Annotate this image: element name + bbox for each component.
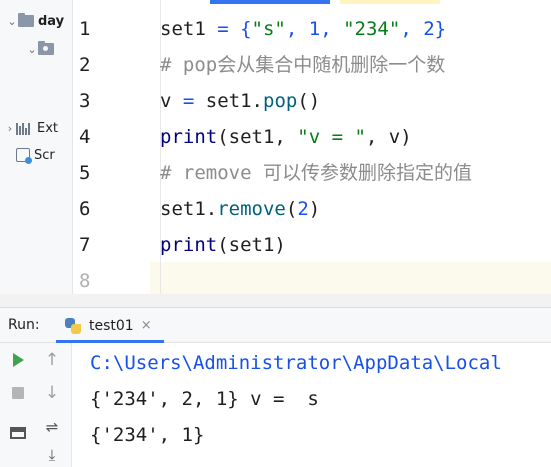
line-number: 7	[79, 234, 91, 256]
run-tool-window-header: Run: test01 ×	[0, 307, 551, 343]
line-number: 4	[79, 126, 91, 148]
tree-item-project-root[interactable]: ⌄ day	[6, 9, 64, 33]
external-libraries-icon	[16, 121, 34, 135]
code-token: set1	[160, 18, 206, 40]
console-line: C:\Users\Administrator\AppData\Local	[90, 352, 502, 374]
horizontal-scrollbar[interactable]	[0, 294, 551, 307]
code-token: =	[205, 18, 241, 40]
code-token: v	[160, 90, 172, 112]
code-token: (	[285, 198, 298, 220]
rerun-icon[interactable]	[6, 348, 30, 372]
code-line[interactable]: set1 = {"s", 1, "234", 2}	[160, 11, 446, 47]
run-tab-label: test01	[89, 317, 134, 334]
code-editor[interactable]: set1 = {"s", 1, "234", 2} # pop会从集合中随机删除一…	[150, 0, 551, 294]
layout-icon[interactable]	[6, 421, 30, 445]
line-number: 6	[79, 198, 91, 220]
code-token: # pop会从集合中随机删除一个数	[160, 54, 446, 76]
line-number: 1	[79, 18, 91, 40]
code-line[interactable]: set1.remove(2)	[160, 191, 320, 227]
run-console[interactable]: C:\Users\Administrator\AppData\Local {'2…	[72, 343, 551, 467]
console-line: {'234', 1}	[90, 424, 205, 446]
code-line[interactable]: print(set1)	[160, 227, 286, 263]
console-line: {'234', 2, 1} v = s	[90, 388, 319, 410]
code-token: , v)	[365, 126, 412, 148]
line-number: 5	[79, 162, 91, 184]
code-token: (set1,	[217, 126, 298, 148]
tree-item-label: day	[38, 13, 65, 29]
stop-icon[interactable]	[6, 381, 30, 405]
code-token: 2	[297, 198, 309, 220]
scroll-down-icon[interactable]: ↓	[40, 381, 64, 405]
python-icon	[64, 317, 82, 335]
code-token: ,	[320, 18, 344, 40]
code-token: .	[205, 198, 218, 220]
code-line[interactable]: print(set1, "v = ", v)	[160, 119, 412, 155]
editor-gutter: 1 2 3 4 5 6 7 8	[72, 0, 150, 294]
code-token: print	[160, 234, 218, 256]
current-line-highlight	[150, 262, 551, 294]
run-toolbar: ↑ ↓ ⇌ ⤓	[0, 343, 72, 467]
scroll-to-end-icon[interactable]: ⤓	[40, 443, 64, 467]
package-folder-icon	[38, 41, 54, 55]
code-token: set1	[160, 198, 206, 220]
code-token: set1	[205, 90, 252, 112]
code-token: "s"	[251, 18, 286, 40]
chevron-right-icon[interactable]: ›	[4, 122, 16, 135]
code-token: }	[434, 18, 447, 40]
soft-wrap-icon[interactable]: ⇌	[40, 415, 64, 439]
tree-item-label: Ext	[37, 120, 59, 136]
code-token: =	[171, 90, 206, 112]
scratches-icon	[16, 148, 32, 164]
code-token: {	[240, 18, 252, 40]
run-tab-test01[interactable]: test01 ×	[56, 308, 164, 343]
code-token: "v = "	[297, 126, 366, 148]
tab-indicator	[340, 0, 440, 4]
close-icon[interactable]: ×	[141, 318, 152, 333]
code-token: "234"	[343, 18, 401, 40]
code-line[interactable]: v = set1.pop()	[160, 83, 320, 119]
code-token: pop	[263, 90, 298, 112]
code-token: )	[308, 198, 321, 220]
run-label: Run:	[8, 317, 40, 333]
line-number: 2	[79, 54, 91, 76]
code-token: ,	[285, 18, 309, 40]
active-tab-indicator	[210, 0, 330, 4]
code-token: remove	[217, 198, 286, 220]
code-token: # remove 可以传参数删除指定的值	[160, 162, 472, 184]
code-token: ()	[297, 90, 321, 112]
project-tool-window: ⌄ day ⌄ › Ext Scr	[0, 0, 72, 294]
line-number: 3	[79, 90, 91, 112]
code-token: .	[251, 90, 263, 112]
tree-item-label: Scr	[34, 147, 55, 163]
code-token: ,	[400, 18, 424, 40]
code-token: 2	[423, 18, 435, 40]
tree-item-package[interactable]: ⌄	[26, 37, 58, 61]
tree-item-scratches[interactable]: Scr	[16, 143, 55, 167]
scroll-up-icon[interactable]: ↑	[40, 348, 64, 372]
folder-icon	[18, 13, 34, 27]
code-line[interactable]: # remove 可以传参数删除指定的值	[160, 155, 472, 191]
tree-item-external-libraries[interactable]: › Ext	[4, 116, 58, 140]
code-token: (set1)	[217, 234, 286, 256]
code-token: 1	[308, 18, 321, 40]
chevron-down-icon[interactable]: ⌄	[6, 15, 18, 28]
code-line[interactable]: # pop会从集合中随机删除一个数	[160, 47, 445, 83]
chevron-down-icon[interactable]: ⌄	[26, 43, 38, 56]
code-token: print	[160, 126, 218, 148]
